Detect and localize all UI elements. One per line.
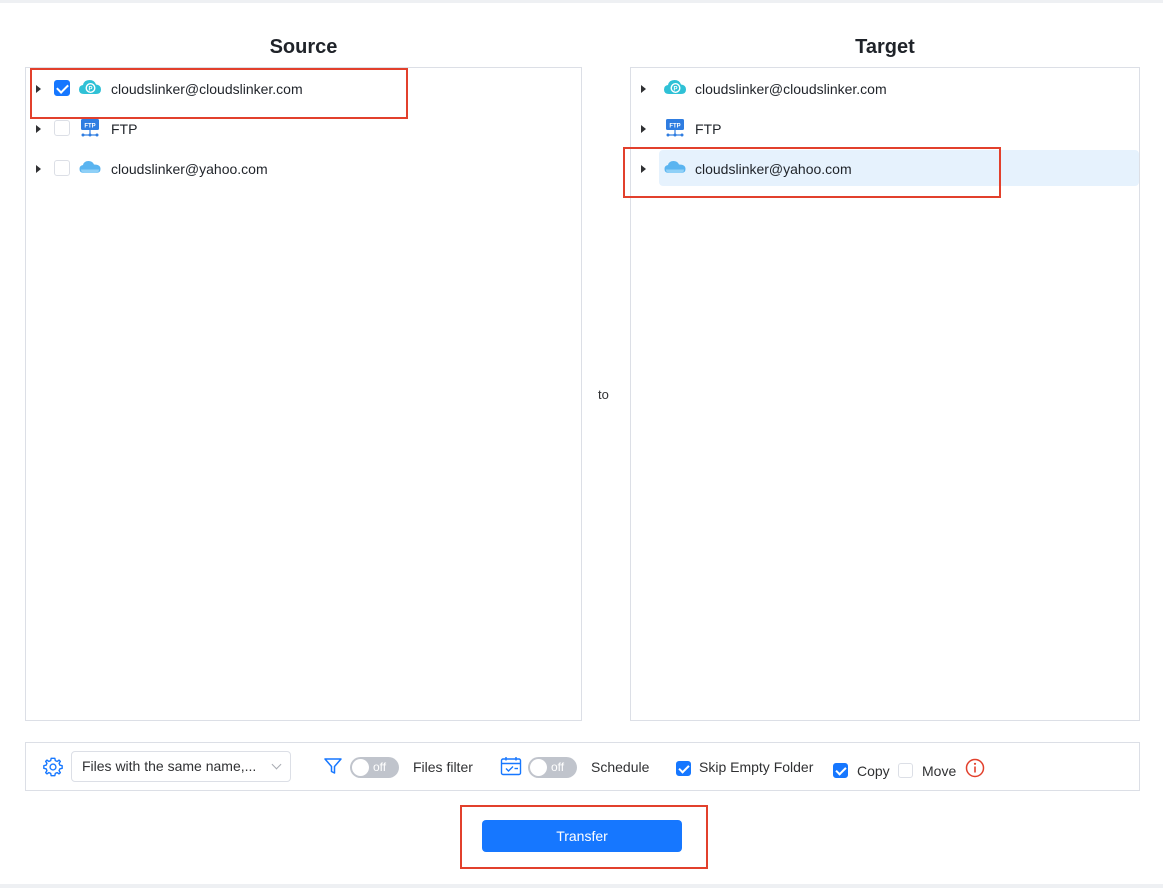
source-title: Source [269,36,338,58]
to-label: to [598,387,609,402]
top-border [0,0,1163,3]
expand-caret-icon[interactable] [36,125,41,133]
move-checkbox[interactable] [898,763,913,778]
target-title: Target [855,36,915,58]
schedule-label: Schedule [591,759,650,775]
options-bar: Files with the same name,... off Files f… [25,742,1140,791]
source-tree-panel: P cloudslinker@cloudslinker.com FTP FTP … [25,67,582,721]
source-checkbox-ftp[interactable] [54,120,70,136]
transfer-highlight-box [460,805,708,869]
skip-empty-folder-label: Skip Empty Folder [699,759,814,775]
svg-text:P: P [673,87,677,93]
ftp-icon: FTP [81,119,99,137]
source-label-yahoo: cloudslinker@yahoo.com [111,161,268,177]
expand-caret-icon[interactable] [36,165,41,173]
filter-icon [324,758,342,774]
bottom-border [0,884,1163,888]
source-row-yahoo[interactable]: cloudslinker@yahoo.com [26,150,406,186]
target-highlight-box [623,147,1001,198]
chevron-down-icon [271,759,282,770]
expand-caret-icon[interactable] [641,85,646,93]
source-checkbox-yahoo[interactable] [54,160,70,176]
info-icon[interactable] [965,758,985,778]
target-row-ftp[interactable]: FTP FTP [631,110,1139,146]
target-label-pcloud: cloudslinker@cloudslinker.com [695,81,887,97]
skip-empty-folder-checkbox[interactable] [676,761,691,776]
cloud-icon [79,161,101,173]
files-filter-toggle-text: off [373,760,387,774]
source-highlight-box [30,68,408,119]
files-filter-toggle[interactable]: off [350,757,399,778]
move-label: Move [922,763,957,779]
schedule-toggle-text: off [551,760,565,774]
copy-label: Copy [857,763,890,779]
gear-icon[interactable] [42,756,64,778]
conflict-select[interactable]: Files with the same name,... [71,751,291,782]
expand-caret-icon[interactable] [641,125,646,133]
pcloud-icon: P [664,80,686,94]
ftp-icon: FTP [666,119,684,137]
target-label-ftp: FTP [695,121,722,137]
toggle-knob [352,759,369,776]
conflict-select-value: Files with the same name,... [82,758,257,774]
toggle-knob [530,759,547,776]
svg-text:FTP: FTP [669,124,680,130]
calendar-icon [500,757,522,776]
schedule-toggle[interactable]: off [528,757,577,778]
source-label-ftp: FTP [111,121,138,137]
svg-text:FTP: FTP [84,124,95,130]
files-filter-label: Files filter [413,759,473,775]
copy-checkbox[interactable] [833,763,848,778]
target-row-pcloud[interactable]: P cloudslinker@cloudslinker.com [631,70,1139,106]
